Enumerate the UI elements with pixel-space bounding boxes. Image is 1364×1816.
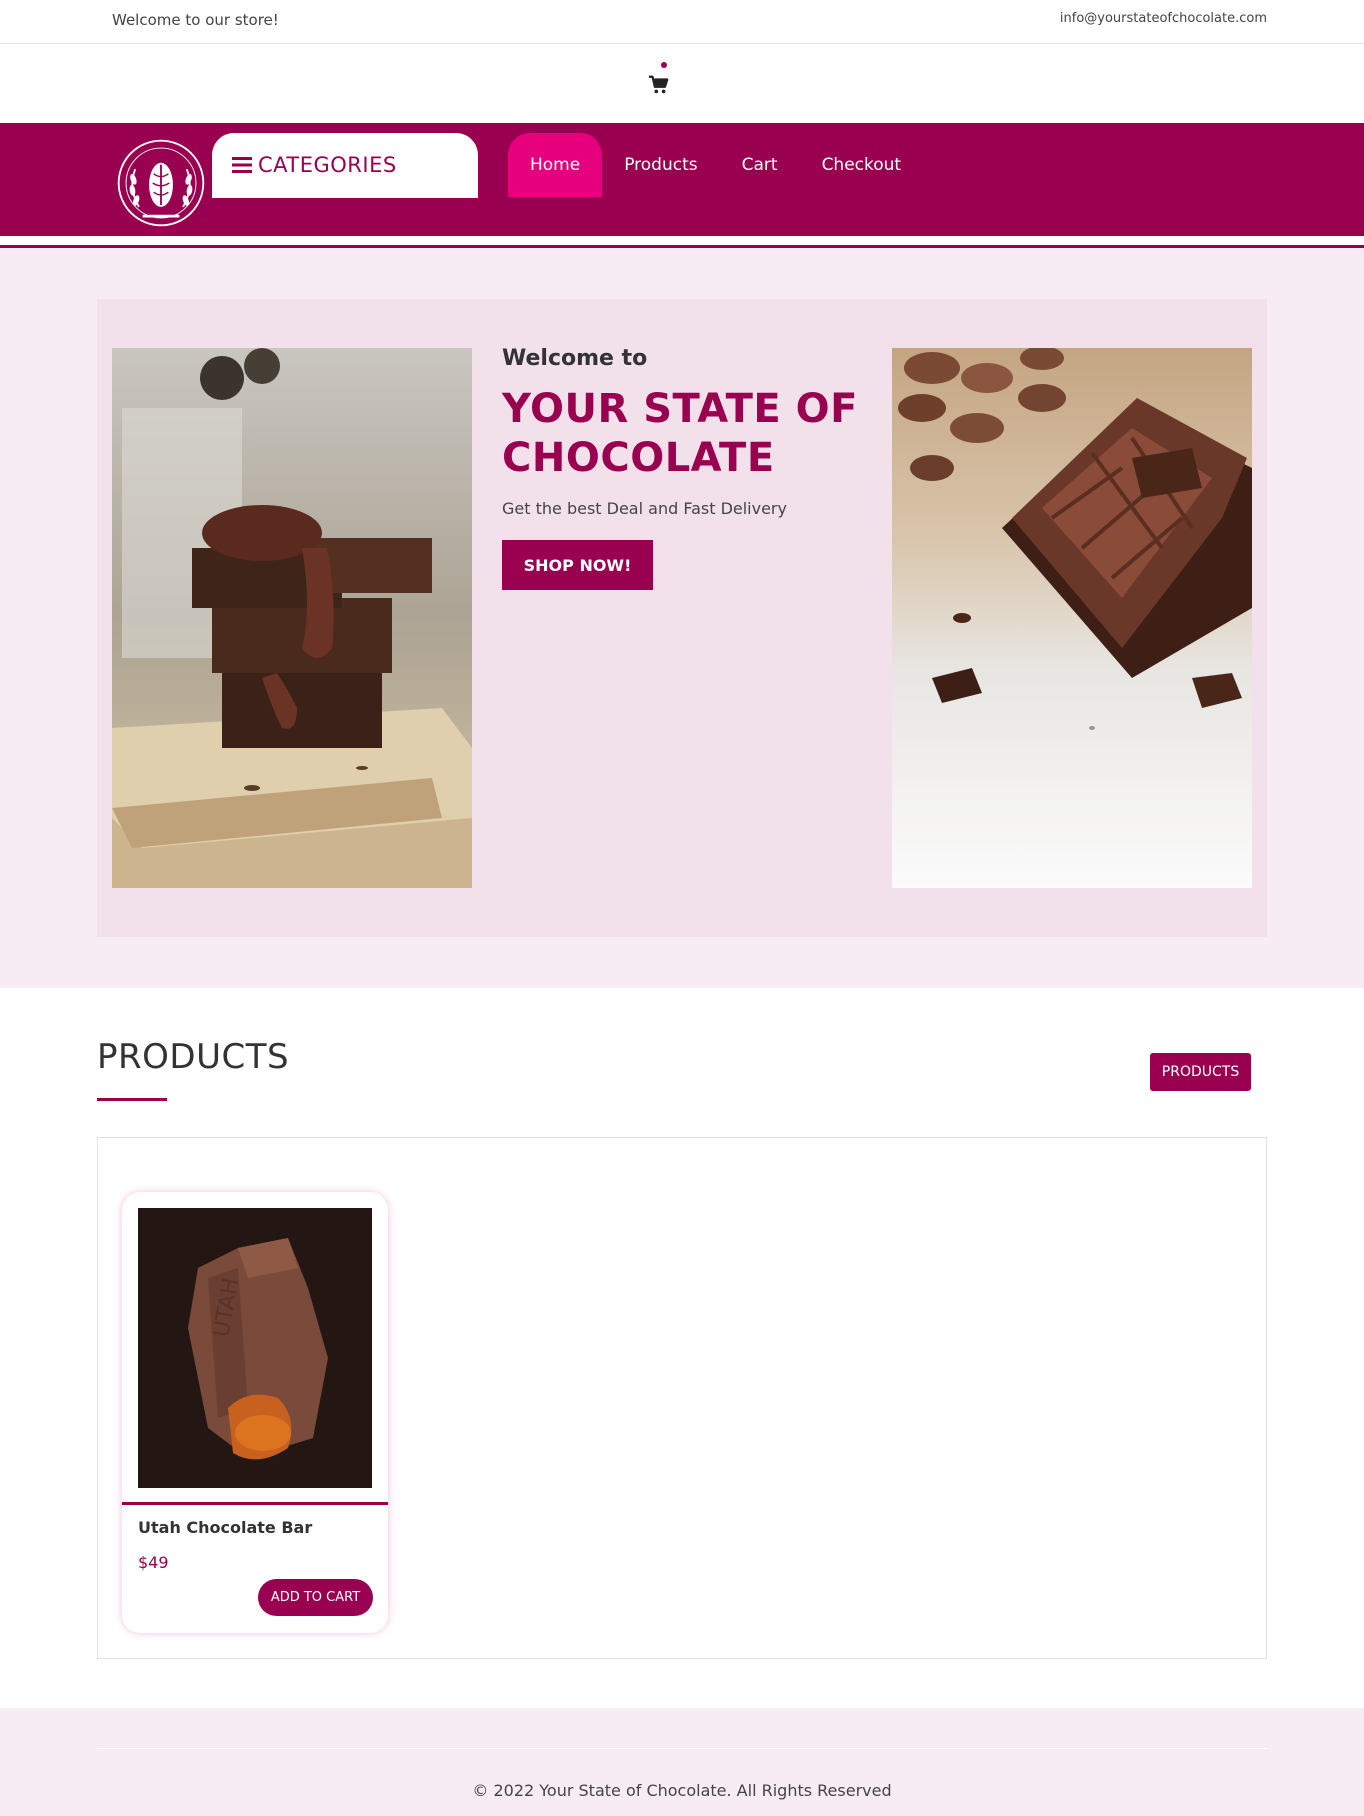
product-image[interactable]: UTAH bbox=[138, 1208, 372, 1488]
brand-logo[interactable] bbox=[115, 137, 207, 229]
heading-underline bbox=[97, 1098, 167, 1101]
copyright-text: © 2022 Your State of Chocolate. All Righ… bbox=[472, 1781, 892, 1800]
nav-links: Home Products Cart Checkout bbox=[508, 133, 923, 197]
categories-menu-button[interactable]: CATEGORIES bbox=[212, 133, 478, 198]
add-to-cart-button[interactable]: ADD TO CART bbox=[258, 1579, 373, 1616]
welcome-message: Welcome to our store! bbox=[112, 11, 279, 29]
cart-count-dot bbox=[661, 62, 667, 68]
products-button[interactable]: PRODUCTS bbox=[1150, 1053, 1251, 1091]
top-bar: Welcome to our store! info@yourstateofch… bbox=[0, 0, 1364, 44]
nav-link-checkout[interactable]: Checkout bbox=[800, 133, 924, 197]
nav-link-products[interactable]: Products bbox=[602, 133, 719, 197]
contact-email[interactable]: info@yourstateofchocolate.com bbox=[1060, 11, 1267, 26]
hero-welcome: Welcome to bbox=[502, 346, 648, 371]
categories-label: CATEGORIES bbox=[258, 153, 397, 177]
shop-now-button[interactable]: SHOP NOW! bbox=[502, 540, 653, 590]
chocolate-bars-image bbox=[892, 348, 1252, 888]
products-heading: PRODUCTS bbox=[97, 1037, 290, 1077]
brownie-image bbox=[112, 348, 472, 888]
cart-row bbox=[0, 44, 1364, 123]
product-price: $49 bbox=[138, 1553, 169, 1572]
hero-text: Welcome to YOUR STATE OF CHOCOLATE Get t… bbox=[502, 346, 862, 590]
shopping-cart-icon[interactable] bbox=[648, 74, 670, 96]
card-divider bbox=[122, 1502, 388, 1505]
hero-subtitle: Get the best Deal and Fast Delivery bbox=[502, 499, 787, 518]
nav-link-home[interactable]: Home bbox=[508, 133, 603, 197]
product-name[interactable]: Utah Chocolate Bar bbox=[138, 1518, 312, 1537]
footer: © 2022 Your State of Chocolate. All Righ… bbox=[0, 1708, 1364, 1816]
hamburger-menu-icon bbox=[232, 157, 252, 173]
hero-title: YOUR STATE OF CHOCOLATE bbox=[502, 386, 858, 481]
nav-link-cart[interactable]: Cart bbox=[720, 133, 800, 197]
footer-divider bbox=[97, 1748, 1267, 1749]
product-card[interactable]: UTAH Utah Chocolate Bar $49 ADD TO CART bbox=[122, 1192, 388, 1633]
